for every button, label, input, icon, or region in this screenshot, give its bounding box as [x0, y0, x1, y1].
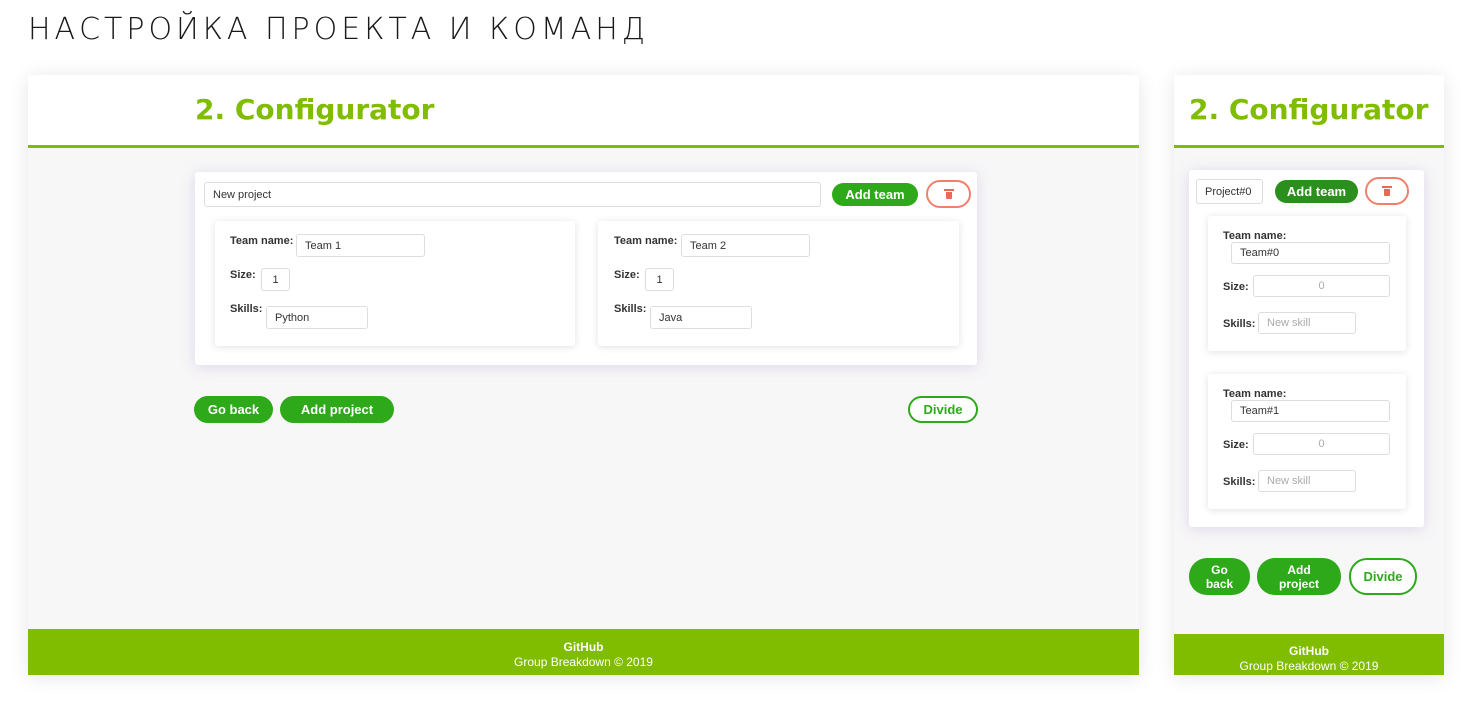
skill-input[interactable]: Java: [650, 306, 752, 329]
app-header: 2. Configurator: [28, 75, 1139, 148]
team-card: Team name: Team 2 Size: 1 Skills: Java: [598, 221, 959, 346]
trash-icon: [1382, 186, 1392, 196]
size-label: Size:: [1223, 439, 1249, 451]
divide-button[interactable]: Divide: [1349, 558, 1417, 595]
skill-input[interactable]: New skill: [1258, 312, 1356, 334]
team-name-input[interactable]: Team#0: [1231, 242, 1390, 264]
trash-icon: [943, 189, 954, 199]
size-input[interactable]: 0: [1253, 433, 1390, 455]
team-name-label: Team name:: [1223, 388, 1287, 400]
app-header: 2. Configurator: [1174, 75, 1444, 148]
skills-label: Skills:: [1223, 476, 1256, 488]
size-label: Size:: [614, 269, 640, 281]
skills-label: Skills:: [614, 303, 647, 315]
footer: GitHub Group Breakdown © 2019: [28, 629, 1139, 675]
go-back-button[interactable]: Go back: [1189, 558, 1250, 595]
add-team-button[interactable]: Add team: [1275, 180, 1358, 203]
team-name-input[interactable]: Team#1: [1231, 400, 1390, 422]
github-link[interactable]: GitHub: [1174, 644, 1444, 658]
team-card: Team name: Team#1 Size: 0 Skills: New sk…: [1208, 374, 1406, 509]
size-input[interactable]: 1: [261, 268, 290, 291]
team-name-label: Team name:: [614, 235, 678, 247]
divide-button[interactable]: Divide: [908, 396, 978, 423]
size-input[interactable]: 0: [1253, 275, 1390, 297]
add-project-button[interactable]: Add project: [280, 396, 394, 423]
add-project-button[interactable]: Add project: [1257, 558, 1341, 595]
skill-input[interactable]: Python: [266, 306, 368, 329]
github-link[interactable]: GitHub: [28, 640, 1139, 654]
project-card: Project#0 Add team Team name: Team#0 Siz…: [1189, 170, 1424, 527]
skills-label: Skills:: [230, 303, 263, 315]
mobile-view: 2. Configurator Project#0 Add team Team …: [1174, 75, 1444, 675]
app-title: 2. Configurator: [195, 93, 435, 126]
add-team-button[interactable]: Add team: [832, 183, 918, 206]
skill-input[interactable]: New skill: [1258, 470, 1356, 492]
size-label: Size:: [230, 269, 256, 281]
delete-project-button[interactable]: [1365, 177, 1409, 205]
team-name-input[interactable]: Team 1: [296, 234, 425, 257]
project-name-input[interactable]: New project: [204, 182, 821, 207]
size-input[interactable]: 1: [645, 268, 674, 291]
delete-project-button[interactable]: [926, 180, 971, 208]
copyright-text: Group Breakdown © 2019: [514, 655, 653, 669]
team-name-input[interactable]: Team 2: [681, 234, 810, 257]
app-title: 2. Configurator: [1189, 93, 1429, 126]
page-heading: НАСТРОЙКА ПРОЕКТА И КОМАНД: [28, 12, 650, 47]
skills-label: Skills:: [1223, 318, 1256, 330]
team-name-label: Team name:: [230, 235, 294, 247]
team-card: Team name: Team 1 Size: 1 Skills: Python: [215, 221, 575, 346]
team-card: Team name: Team#0 Size: 0 Skills: New sk…: [1208, 216, 1406, 351]
desktop-view: 2. Configurator New project Add team Tea…: [28, 75, 1139, 675]
team-name-label: Team name:: [1223, 230, 1287, 242]
go-back-button[interactable]: Go back: [194, 396, 273, 423]
copyright-text: Group Breakdown © 2019: [1239, 659, 1379, 673]
footer: GitHub Group Breakdown © 2019: [1174, 634, 1444, 675]
project-name-input[interactable]: Project#0: [1196, 179, 1263, 204]
size-label: Size:: [1223, 281, 1249, 293]
project-card: New project Add team Team name: Team 1 S…: [195, 172, 977, 365]
